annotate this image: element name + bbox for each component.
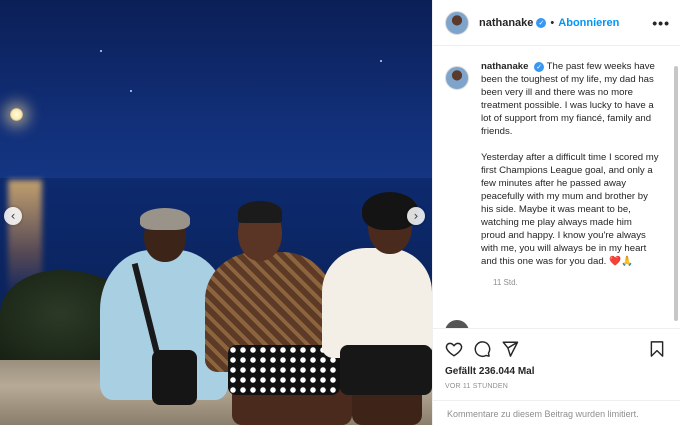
bookmark-icon[interactable] [648, 340, 666, 358]
caption-emoji: ❤️🙏 [609, 256, 633, 267]
caption-paragraph-2: Yesterday after a difficult time I score… [481, 152, 659, 267]
avatar[interactable] [445, 10, 469, 35]
caption-paragraph-1: The past few weeks have been the toughes… [481, 61, 655, 137]
heart-icon[interactable] [445, 340, 463, 358]
comments-limited-notice: Kommentare zu diesem Beitrag wurden limi… [433, 400, 680, 425]
comment-icon[interactable] [473, 340, 491, 358]
follow-button[interactable]: Abonnieren [558, 17, 619, 29]
action-bar: Gefällt 236.044 Mal VOR 11 STUNDEN [433, 328, 680, 390]
star [130, 90, 132, 92]
more-options-icon[interactable]: ••• [652, 15, 670, 31]
caption-text: nathanake ✓ The past few weeks have been… [481, 60, 659, 268]
avatar[interactable] [445, 66, 469, 90]
scrollbar[interactable] [674, 66, 678, 321]
post-side-panel: nathanake ✓ • Abonnieren ••• nathanake ✓… [432, 0, 680, 425]
share-icon[interactable] [501, 340, 519, 358]
caption-area: nathanake ✓ The past few weeks have been… [433, 60, 671, 328]
star [380, 60, 382, 62]
post-header: nathanake ✓ • Abonnieren ••• [433, 0, 680, 46]
chevron-right-icon[interactable]: › [407, 207, 425, 225]
post-timestamp[interactable]: VOR 11 STUNDEN [445, 383, 668, 390]
likes-count[interactable]: Gefällt 236.044 Mal [445, 366, 668, 377]
caption-username[interactable]: nathanake [481, 61, 528, 72]
verified-badge-icon: ✓ [536, 17, 547, 28]
star [100, 50, 102, 52]
header-username[interactable]: nathanake [479, 17, 533, 29]
caption-time: 11 Std. [493, 278, 518, 287]
moon [10, 108, 23, 121]
post-photo[interactable]: ‹ › [0, 0, 432, 425]
avatar[interactable] [445, 320, 469, 328]
separator: • [550, 16, 555, 29]
chevron-left-icon[interactable]: ‹ [4, 207, 22, 225]
verified-badge-icon: ✓ [534, 62, 545, 72]
instagram-post: ‹ › nathanake ✓ • Abonnieren ••• nathana… [0, 0, 680, 425]
